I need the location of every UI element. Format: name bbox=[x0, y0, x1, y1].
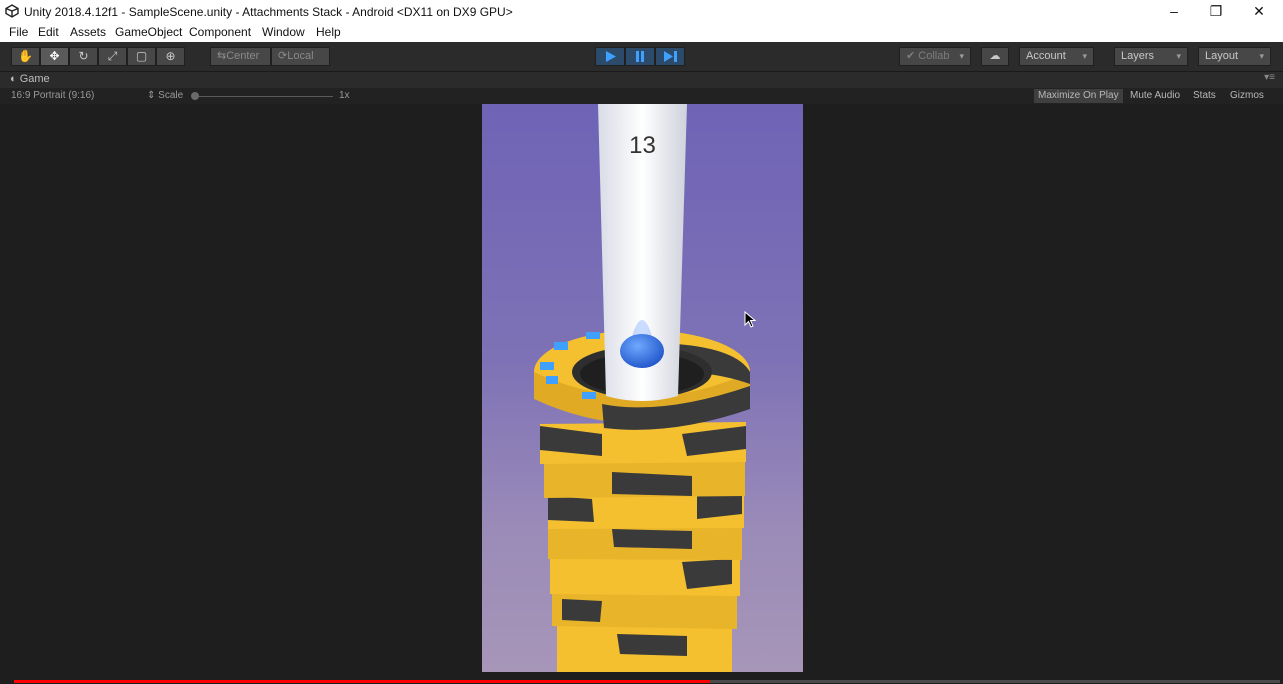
play-button[interactable] bbox=[595, 47, 625, 66]
layers-label: Layers bbox=[1121, 50, 1155, 62]
scale-tool-icon[interactable]: ⤢ bbox=[98, 47, 127, 66]
window-titlebar: Unity 2018.4.12f1 - SampleScene.unity - … bbox=[0, 0, 1283, 23]
pivot-label: Center bbox=[226, 50, 260, 62]
collab-caret-icon: ▾ bbox=[959, 51, 964, 61]
main-toolbar: ✋ ✥ ↻ ⤢ ▢ ⊕ ⇆Center ⟳Local ✔ Collab ▾ ☁ … bbox=[0, 42, 1283, 72]
tab-game[interactable]: ◐ Game bbox=[10, 73, 50, 85]
menu-bar: File Edit Assets GameObject Component Wi… bbox=[0, 23, 1283, 42]
layers-caret-icon: ▾ bbox=[1176, 51, 1181, 61]
account-label: Account bbox=[1026, 50, 1066, 62]
pause-icon bbox=[636, 51, 644, 62]
close-button[interactable]: ✕ bbox=[1237, 0, 1281, 23]
scale-label: ⇕ Scale bbox=[147, 90, 184, 101]
gizmos-dropdown[interactable]: Gizmos bbox=[1226, 89, 1268, 103]
play-icon bbox=[606, 51, 616, 62]
stats-toggle[interactable]: Stats bbox=[1189, 89, 1220, 103]
scale-text: Scale bbox=[158, 90, 184, 101]
game-viewport[interactable]: 13 bbox=[482, 104, 803, 672]
pivot-center-button[interactable]: ⇆Center bbox=[210, 47, 271, 66]
layout-label: Layout bbox=[1205, 50, 1239, 62]
scale-value: 1x bbox=[339, 90, 350, 101]
minimize-button[interactable]: – bbox=[1152, 0, 1196, 23]
game-tab-icon: ◐ bbox=[10, 73, 17, 85]
layout-dropdown[interactable]: Layout ▾ bbox=[1198, 47, 1271, 66]
transform-tools: ✋ ✥ ↻ ⤢ ▢ ⊕ bbox=[11, 47, 185, 66]
rect-tool-icon[interactable]: ▢ bbox=[127, 47, 156, 66]
step-icon bbox=[664, 51, 677, 62]
menu-gameobject[interactable]: GameObject bbox=[115, 25, 182, 39]
mute-audio-toggle[interactable]: Mute Audio bbox=[1126, 89, 1184, 103]
layers-dropdown[interactable]: Layers ▾ bbox=[1114, 47, 1188, 66]
menu-help[interactable]: Help bbox=[316, 25, 341, 39]
scale-slider-track[interactable] bbox=[193, 96, 333, 97]
game-tab-header: ◐ Game ▾≡ bbox=[0, 72, 1283, 88]
local-label: Local bbox=[287, 50, 314, 62]
score-text: 13 bbox=[629, 132, 656, 159]
scale-slider-thumb[interactable] bbox=[191, 92, 199, 100]
pivot-icon: ⇆ bbox=[217, 50, 227, 62]
layout-caret-icon: ▾ bbox=[1259, 51, 1264, 61]
mouse-cursor-icon bbox=[744, 311, 757, 328]
ball bbox=[620, 334, 664, 368]
tab-options-icon[interactable]: ▾≡ bbox=[1264, 72, 1275, 83]
menu-assets[interactable]: Assets bbox=[70, 25, 106, 39]
menu-window[interactable]: Window bbox=[262, 25, 305, 39]
hand-tool-icon[interactable]: ✋ bbox=[11, 47, 40, 66]
step-button[interactable] bbox=[655, 47, 685, 66]
account-caret-icon: ▾ bbox=[1082, 51, 1087, 61]
account-button[interactable]: Account ▾ bbox=[1019, 47, 1094, 66]
transform-tool-icon[interactable]: ⊕ bbox=[156, 47, 185, 66]
pause-button[interactable] bbox=[625, 47, 655, 66]
window-title: Unity 2018.4.12f1 - SampleScene.unity - … bbox=[24, 5, 513, 19]
rotate-tool-icon[interactable]: ↻ bbox=[69, 47, 98, 66]
collab-check-icon: ✔ bbox=[906, 50, 916, 62]
menu-component[interactable]: Component bbox=[189, 25, 251, 39]
cloud-button[interactable]: ☁ bbox=[981, 47, 1009, 66]
game-tab-label: Game bbox=[19, 73, 50, 85]
menu-edit[interactable]: Edit bbox=[38, 25, 59, 39]
move-tool-icon[interactable]: ✥ bbox=[40, 47, 69, 66]
game-scene bbox=[534, 104, 750, 672]
video-progress-fill bbox=[14, 680, 710, 683]
menu-file[interactable]: File bbox=[9, 25, 28, 39]
maximize-on-play-toggle[interactable]: Maximize On Play bbox=[1034, 89, 1123, 103]
collab-button[interactable]: ✔ Collab ▾ bbox=[899, 47, 971, 66]
local-icon: ⟳ bbox=[278, 50, 288, 62]
game-control-bar: 16:9 Portrait (9:16) ⇕ Scale 1x Maximize… bbox=[0, 88, 1283, 104]
unity-logo-icon bbox=[5, 4, 19, 18]
collab-label: Collab bbox=[918, 50, 950, 62]
pivot-local-button[interactable]: ⟳Local bbox=[271, 47, 330, 66]
aspect-dropdown[interactable]: 16:9 Portrait (9:16) bbox=[11, 90, 94, 101]
restore-button[interactable]: ❐ bbox=[1194, 0, 1238, 23]
cloud-icon: ☁ bbox=[989, 50, 1001, 62]
